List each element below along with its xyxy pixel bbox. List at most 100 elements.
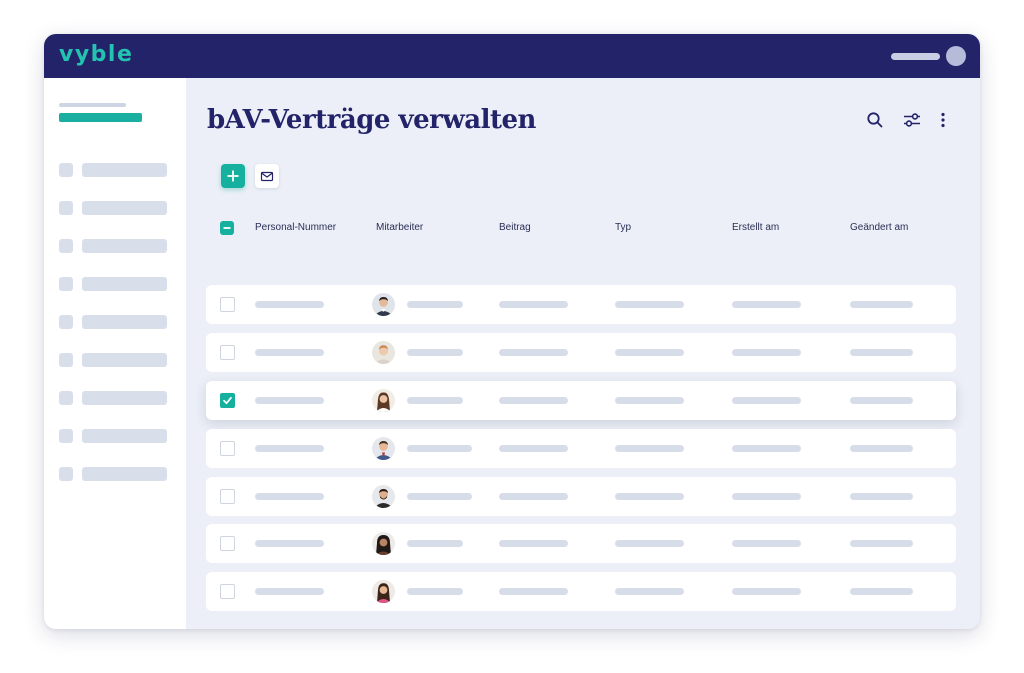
cell-placeholder — [732, 445, 801, 452]
sidebar-item-label-placeholder — [82, 315, 167, 329]
sidebar-item-label-placeholder — [82, 429, 167, 443]
sidebar-item-label-placeholder — [82, 467, 167, 481]
cell-placeholder — [255, 493, 324, 500]
sidebar-item[interactable] — [59, 201, 169, 216]
sidebar-item-icon — [59, 163, 73, 177]
sidebar-item-icon — [59, 315, 73, 329]
select-all-checkbox[interactable] — [220, 221, 234, 235]
mail-icon — [260, 171, 274, 182]
column-header-geaendert-am[interactable]: Geändert am — [850, 222, 908, 233]
minus-icon — [223, 227, 231, 229]
cell-placeholder — [255, 445, 324, 452]
avatar — [372, 580, 395, 603]
add-button[interactable] — [221, 164, 245, 188]
search-icon[interactable] — [865, 110, 885, 130]
cell-placeholder — [850, 349, 913, 356]
table-row-selected[interactable] — [206, 381, 956, 420]
mail-button[interactable] — [255, 164, 279, 188]
sidebar-item-label-placeholder — [82, 201, 167, 215]
cell-placeholder — [615, 301, 684, 308]
filter-sliders-icon[interactable] — [902, 110, 922, 130]
cell-placeholder — [499, 349, 568, 356]
cell-placeholder — [499, 397, 568, 404]
cell-placeholder — [407, 397, 463, 404]
sidebar-item-icon — [59, 429, 73, 443]
column-header-erstellt-am[interactable]: Erstellt am — [732, 222, 779, 233]
sidebar-item[interactable] — [59, 429, 169, 444]
sidebar-item[interactable] — [59, 315, 169, 330]
row-checkbox-checked[interactable] — [220, 393, 235, 408]
sidebar-item-icon — [59, 467, 73, 481]
cell-placeholder — [255, 397, 324, 404]
cell-placeholder — [850, 493, 913, 500]
sidebar-item-label-placeholder — [82, 239, 167, 253]
cell-placeholder — [255, 301, 324, 308]
cell-placeholder — [850, 445, 913, 452]
table-row[interactable] — [206, 524, 956, 563]
row-checkbox[interactable] — [220, 297, 235, 312]
cell-placeholder — [732, 493, 801, 500]
page-title: bAV-Verträge verwalten — [207, 105, 536, 135]
sidebar-item[interactable] — [59, 467, 169, 482]
row-checkbox[interactable] — [220, 441, 235, 456]
more-vertical-icon[interactable] — [933, 110, 953, 130]
sidebar-item-icon — [59, 201, 73, 215]
avatar — [372, 293, 395, 316]
user-avatar[interactable] — [946, 46, 966, 66]
cell-placeholder — [732, 397, 801, 404]
cell-placeholder — [850, 397, 913, 404]
sidebar-item-icon — [59, 353, 73, 367]
cell-placeholder — [499, 301, 568, 308]
cell-placeholder — [615, 588, 684, 595]
sidebar-item-icon — [59, 239, 73, 253]
sidebar-section-placeholder — [59, 103, 126, 107]
table-row[interactable] — [206, 285, 956, 324]
cell-placeholder — [499, 493, 568, 500]
avatar — [372, 341, 395, 364]
cell-placeholder — [255, 540, 324, 547]
sidebar-item-icon — [59, 391, 73, 405]
cell-placeholder — [407, 445, 472, 452]
row-checkbox[interactable] — [220, 584, 235, 599]
row-checkbox[interactable] — [220, 489, 235, 504]
sidebar — [44, 78, 186, 629]
cell-placeholder — [407, 493, 472, 500]
sidebar-item[interactable] — [59, 277, 169, 292]
check-icon — [223, 396, 232, 405]
cell-placeholder — [499, 445, 568, 452]
table-row[interactable] — [206, 477, 956, 516]
cell-placeholder — [850, 301, 913, 308]
cell-placeholder — [615, 349, 684, 356]
row-checkbox[interactable] — [220, 536, 235, 551]
table-row[interactable] — [206, 333, 956, 372]
column-header-beitrag[interactable]: Beitrag — [499, 222, 531, 233]
table-row[interactable] — [206, 429, 956, 468]
cell-placeholder — [615, 397, 684, 404]
cell-placeholder — [407, 301, 463, 308]
cell-placeholder — [615, 540, 684, 547]
table-row[interactable] — [206, 572, 956, 611]
avatar — [372, 532, 395, 555]
user-name-placeholder[interactable] — [891, 53, 940, 60]
sidebar-active-indicator[interactable] — [59, 113, 142, 122]
table-header: Personal-Nummer Mitarbeiter Beitrag Typ … — [206, 218, 956, 238]
cell-placeholder — [615, 493, 684, 500]
sidebar-item[interactable] — [59, 163, 169, 178]
cell-placeholder — [407, 349, 463, 356]
cell-placeholder — [255, 588, 324, 595]
cell-placeholder — [407, 540, 463, 547]
column-header-typ[interactable]: Typ — [615, 222, 631, 233]
column-header-mitarbeiter[interactable]: Mitarbeiter — [376, 222, 423, 233]
row-checkbox[interactable] — [220, 345, 235, 360]
add-icon — [227, 170, 239, 182]
cell-placeholder — [732, 349, 801, 356]
sidebar-item[interactable] — [59, 239, 169, 254]
app-logo[interactable]: vyble — [59, 42, 133, 67]
sidebar-item-label-placeholder — [82, 163, 167, 177]
cell-placeholder — [732, 588, 801, 595]
sidebar-item-label-placeholder — [82, 353, 167, 367]
cell-placeholder — [850, 588, 913, 595]
column-header-personal-nummer[interactable]: Personal-Nummer — [255, 222, 336, 233]
sidebar-item[interactable] — [59, 391, 169, 406]
sidebar-item[interactable] — [59, 353, 169, 368]
